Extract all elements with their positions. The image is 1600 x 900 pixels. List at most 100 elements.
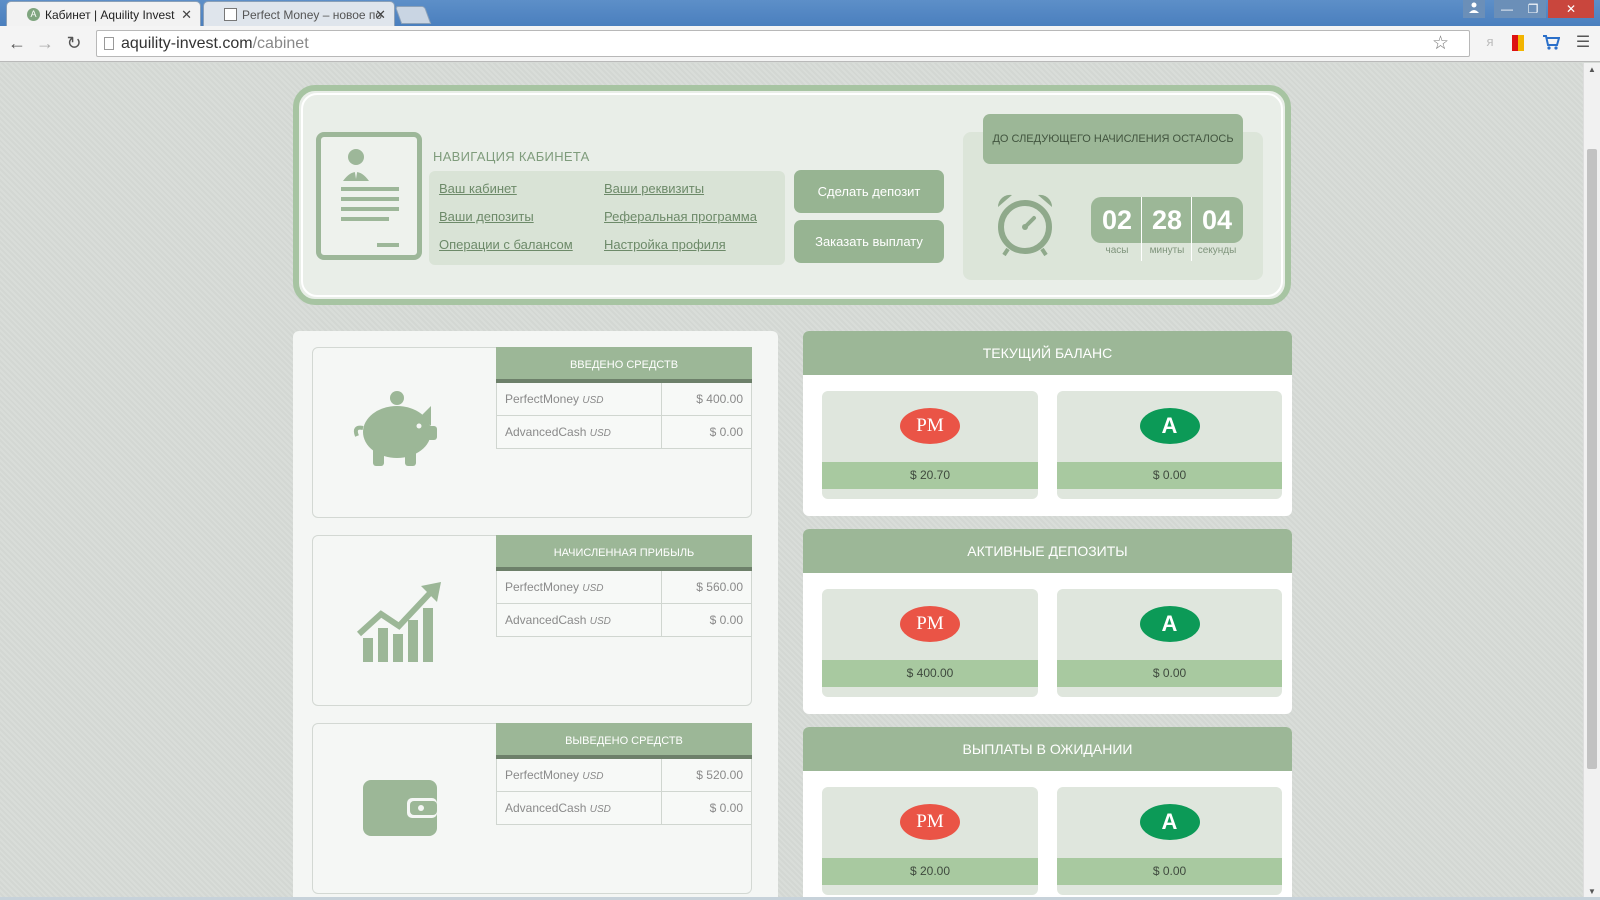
nav-link-deposits[interactable]: Ваши депозиты: [439, 209, 534, 224]
stat-title: ВЫВЕДЕНО СРЕДСТВ: [496, 723, 752, 759]
system-name: PerfectMoney: [505, 392, 580, 406]
advcash-wallet: A $ 0.00: [1057, 787, 1282, 895]
cell-divider: [661, 792, 662, 825]
cell-divider: [661, 571, 662, 604]
tab-cabinet[interactable]: A Кабинет | Aquility Invest ✕: [6, 1, 201, 26]
table-row: AdvancedCash USD $ 0.00: [496, 416, 752, 449]
stat-card-withdrawn: ВЫВЕДЕНО СРЕДСТВ PerfectMoney USD $ 520.…: [312, 723, 752, 894]
profile-icon[interactable]: [1463, 0, 1485, 18]
browser-toolbar: ← → ↻ aquility-invest.com/cabinet ☆ я ☰: [0, 26, 1600, 62]
panel-title: АКТИВНЫЕ ДЕПОЗИТЫ: [803, 529, 1292, 573]
bookmark-star-icon[interactable]: ☆: [1432, 32, 1449, 55]
cell-divider: [661, 604, 662, 637]
active-deposits-panel: АКТИВНЫЕ ДЕПОЗИТЫ PM $ 400.00 A $ 0.00: [803, 529, 1292, 714]
yandex-extension-icon[interactable]: я: [1480, 34, 1500, 54]
wallet-amount: $ 400.00: [822, 660, 1038, 687]
reload-icon[interactable]: ↻: [63, 33, 85, 54]
hours-label: часы: [1105, 245, 1129, 256]
alarm-clock-icon: [992, 191, 1058, 262]
timer-heading: ДО СЛЕДУЮЩЕГО НАЧИСЛЕНИЯ ОСТАЛОСЬ: [983, 114, 1243, 164]
table-row: PerfectMoney USD $ 400.00: [496, 383, 752, 416]
cell-divider: [661, 383, 662, 416]
current-balance-panel: ТЕКУЩИЙ БАЛАНС PM $ 20.70 A $ 0.00: [803, 331, 1292, 516]
pending-payouts-panel: ВЫПЛАТЫ В ОЖИДАНИИ PM $ 20.00 A $ 0.00: [803, 727, 1292, 900]
currency-code: USD: [589, 428, 611, 439]
scroll-up-icon[interactable]: ▲: [1588, 65, 1596, 74]
nav-title: НАВИГАЦИЯ КАБИНЕТА: [433, 149, 590, 164]
bookmark-flag-icon[interactable]: [1508, 34, 1528, 54]
page-icon: [104, 37, 114, 50]
advcash-wallet: A $ 0.00: [1057, 589, 1282, 697]
advcash-logo-icon: A: [1139, 804, 1200, 840]
menu-icon[interactable]: ☰: [1573, 32, 1593, 52]
countdown-minutes: 28: [1151, 205, 1183, 235]
wallet-icon: [351, 762, 441, 857]
close-tab-icon[interactable]: ✕: [375, 7, 386, 23]
perfectmoney-logo-icon: PM: [900, 804, 960, 840]
wallet-amount: $ 0.00: [1057, 858, 1282, 885]
wallet-amount: $ 0.00: [1057, 462, 1282, 489]
payment-system: PerfectMoney USD: [505, 768, 604, 782]
wallet-amount: $ 20.00: [822, 858, 1038, 885]
system-name: PerfectMoney: [505, 768, 580, 782]
scrollbar-thumb[interactable]: [1587, 149, 1597, 769]
payment-system: AdvancedCash USD: [505, 425, 611, 439]
page-favicon-icon: [224, 8, 237, 21]
piggy-bank-icon: [351, 386, 441, 481]
request-payout-button[interactable]: Заказать выплату: [794, 220, 944, 263]
cart-icon[interactable]: [1541, 34, 1561, 54]
growth-chart-icon: [351, 574, 441, 669]
nav-link-requisites[interactable]: Ваши реквизиты: [604, 181, 704, 196]
new-tab-button[interactable]: [394, 6, 432, 24]
url-path: /cabinet: [252, 35, 309, 52]
table-row: PerfectMoney USD $ 560.00: [496, 571, 752, 604]
forward-icon[interactable]: →: [34, 33, 56, 54]
close-tab-icon[interactable]: ✕: [181, 7, 192, 23]
perfectmoney-logo-icon: PM: [900, 606, 960, 642]
currency-code: USD: [589, 804, 611, 815]
wallet-amount: $ 0.00: [1057, 660, 1282, 687]
amount-value: $ 520.00: [696, 768, 743, 782]
system-name: PerfectMoney: [505, 580, 580, 594]
system-name: AdvancedCash: [505, 801, 587, 815]
advcash-logo-icon: A: [1139, 606, 1200, 642]
back-icon[interactable]: ←: [6, 33, 28, 54]
stat-table: НАЧИСЛЕННАЯ ПРИБЫЛЬ PerfectMoney USD $ 5…: [496, 535, 752, 637]
make-deposit-button[interactable]: Сделать депозит: [794, 170, 944, 213]
system-name: AdvancedCash: [505, 425, 587, 439]
payment-system: AdvancedCash USD: [505, 801, 611, 815]
url-domain: aquility-invest.com: [121, 35, 253, 52]
amount-value: $ 0.00: [709, 801, 743, 815]
stat-card-profit: НАЧИСЛЕННАЯ ПРИБЫЛЬ PerfectMoney USD $ 5…: [312, 535, 752, 706]
stat-title: ВВЕДЕНО СРЕДСТВ: [496, 347, 752, 383]
table-row: AdvancedCash USD $ 0.00: [496, 604, 752, 637]
perfectmoney-wallet: PM $ 20.00: [822, 787, 1038, 895]
address-bar[interactable]: aquility-invest.com/cabinet ☆: [96, 30, 1470, 57]
tab-perfect-money[interactable]: Perfect Money – новое по ✕: [203, 1, 395, 26]
scroll-down-icon[interactable]: ▼: [1588, 887, 1596, 896]
nav-link-cabinet[interactable]: Ваш кабинет: [439, 181, 517, 196]
tab-title: Кабинет | Aquility Invest: [45, 8, 175, 22]
minimize-button[interactable]: —: [1494, 0, 1520, 18]
system-name: AdvancedCash: [505, 613, 587, 627]
stats-panel: ВВЕДЕНО СРЕДСТВ PerfectMoney USD $ 400.0…: [293, 331, 778, 900]
currency-code: USD: [582, 395, 604, 406]
nav-link-referral[interactable]: Реферальная программа: [604, 209, 757, 224]
panel-title: ТЕКУЩИЙ БАЛАНС: [803, 331, 1292, 375]
nav-link-profile-settings[interactable]: Настройка профиля: [604, 237, 726, 252]
close-window-button[interactable]: ✕: [1548, 0, 1594, 18]
page-scrollbar[interactable]: ▲ ▼: [1583, 63, 1600, 900]
countdown-seconds: 04: [1201, 205, 1233, 235]
browser-tab-strip: A Кабинет | Aquility Invest ✕ Perfect Mo…: [0, 0, 1600, 26]
countdown-digits: 02 28 04: [1091, 197, 1243, 261]
advcash-logo-icon: A: [1139, 408, 1200, 444]
amount-value: $ 0.00: [709, 613, 743, 627]
tab-title: Perfect Money – новое по: [242, 8, 383, 22]
stat-title: НАЧИСЛЕННАЯ ПРИБЫЛЬ: [496, 535, 752, 571]
payment-system: AdvancedCash USD: [505, 613, 611, 627]
maximize-button[interactable]: ❐: [1520, 0, 1546, 18]
countdown-hours: 02: [1101, 205, 1133, 235]
currency-code: USD: [582, 583, 604, 594]
nav-link-balance-operations[interactable]: Операции с балансом: [439, 237, 573, 252]
currency-code: USD: [582, 771, 604, 782]
